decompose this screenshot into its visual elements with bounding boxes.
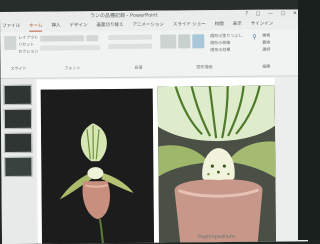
tab-view[interactable]: 表示 [233, 21, 242, 30]
font-name-box[interactable] [40, 35, 85, 42]
paragraph-row-1[interactable] [108, 34, 153, 41]
group-label-slides: スライド [10, 65, 27, 71]
slide-thumbnail[interactable] [4, 156, 33, 177]
slide-thumbnail[interactable] [3, 84, 32, 105]
orchid-closeup-image [157, 85, 277, 244]
slides-group-items: レイアウト リセット セクション [18, 34, 38, 55]
tab-insert[interactable]: 挿入 [51, 22, 60, 31]
slide-thumbnail[interactable] [4, 132, 33, 153]
window-controls[interactable]: ? ▢ — ▢ ✕ [245, 10, 300, 16]
tab-file[interactable]: ファイル [2, 23, 20, 32]
find-button[interactable]: 検索 [262, 32, 270, 39]
group-label-font: フォント [64, 65, 81, 71]
arrange-icon[interactable] [178, 34, 191, 49]
slide-thumbnail-pane[interactable] [0, 78, 37, 244]
shapes-icon[interactable] [160, 34, 177, 49]
find-icon[interactable]: ⚲ [252, 34, 256, 41]
group-label-editing: 編集 [262, 63, 271, 69]
select-button[interactable]: 選択 [262, 46, 270, 53]
tab-transitions[interactable]: 画面切り替え [96, 22, 123, 31]
section-button[interactable]: セクション [18, 48, 38, 55]
tab-design[interactable]: デザイン [69, 22, 87, 31]
tab-home[interactable]: ホーム [29, 22, 43, 32]
paragraph-row-2[interactable] [108, 43, 153, 50]
group-label-paragraph: 段落 [134, 64, 143, 70]
ribbon-home: レイアウト リセット セクション スライド フォント 段落 図形の塗りつぶし 図… [0, 29, 307, 79]
orchid-photo-closeup[interactable] [157, 85, 277, 244]
tab-signin[interactable]: サインイン [251, 21, 274, 30]
window-title: ランの品種記録 - PowerPoint [90, 12, 158, 20]
slide-caption: Paphiopedilum [197, 233, 235, 241]
group-label-drawing: 図形描画 [196, 64, 213, 70]
font-size-box[interactable] [86, 35, 99, 42]
orchid-photo-full[interactable] [40, 88, 155, 244]
tab-animations[interactable]: アニメーション [132, 22, 163, 31]
tab-slideshow[interactable]: スライド ショー [173, 21, 206, 30]
editing-group-items: 検索 置換 選択 [262, 32, 270, 53]
orchid-full-image [40, 88, 155, 244]
shape-effects-button[interactable]: 図形の効果 [210, 46, 242, 53]
new-slide-icon[interactable] [4, 35, 17, 50]
tab-review[interactable]: 校閲 [215, 21, 224, 30]
monitor-edge-shadow [298, 0, 320, 240]
slide-thumbnail[interactable] [3, 108, 33, 129]
replace-button[interactable]: 置換 [262, 39, 270, 46]
quick-styles-icon[interactable] [192, 34, 205, 49]
font-format-row[interactable] [40, 45, 101, 51]
drawing-group-items: 図形の塗りつぶし 図形の枠線 図形の効果 [210, 32, 242, 53]
powerpoint-window: ランの品種記録 - PowerPoint ? ▢ — ▢ ✕ ファイル ホーム … [0, 9, 309, 244]
slide-canvas[interactable] [36, 77, 277, 244]
